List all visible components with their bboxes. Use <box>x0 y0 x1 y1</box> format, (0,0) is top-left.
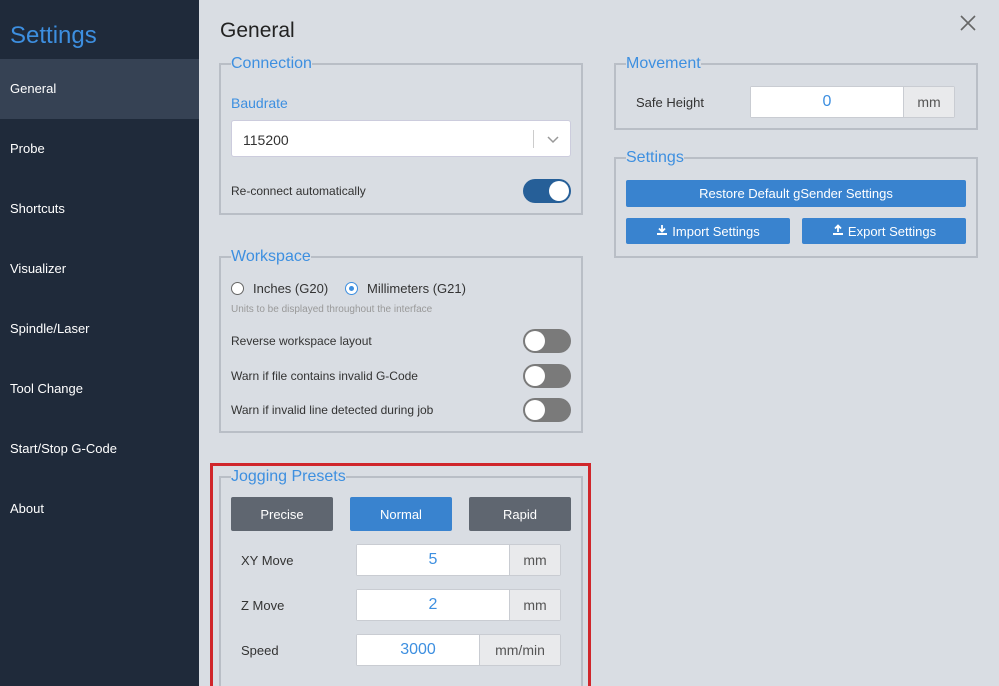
upload-icon <box>832 223 844 239</box>
reconnect-label: Re-connect automatically <box>231 184 366 198</box>
safe-height-label: Safe Height <box>636 95 704 110</box>
sidebar-item-start-stop-gcode[interactable]: Start/Stop G-Code <box>0 419 199 479</box>
sidebar: Settings General Probe Shortcuts Visuali… <box>0 0 199 686</box>
warn-file-label: Warn if file contains invalid G-Code <box>231 369 418 383</box>
sidebar-item-spindle-laser[interactable]: Spindle/Laser <box>0 299 199 359</box>
sidebar-item-tool-change[interactable]: Tool Change <box>0 359 199 419</box>
highlight-box <box>210 463 591 686</box>
download-icon <box>656 224 668 239</box>
reverse-layout-toggle[interactable] <box>523 329 571 353</box>
export-settings-label: Export Settings <box>847 223 937 239</box>
select-divider <box>533 130 534 148</box>
restore-defaults-button[interactable]: Restore Default gSender Settings <box>626 180 966 207</box>
import-settings-label: Import Settings <box>672 223 760 239</box>
export-settings-button[interactable]: Export Settings <box>802 218 966 244</box>
warn-line-label: Warn if invalid line detected during job <box>231 403 434 417</box>
safe-height-input[interactable]: 0 <box>751 87 903 117</box>
movement-legend: Movement <box>626 55 701 72</box>
sidebar-item-about[interactable]: About <box>0 479 199 539</box>
sidebar-title: Settings <box>10 22 97 49</box>
safe-height-field: 0 mm <box>750 86 955 118</box>
units-hint: Units to be displayed throughout the int… <box>231 304 433 315</box>
warn-line-toggle[interactable] <box>523 398 571 422</box>
baudrate-value: 115200 <box>243 132 289 148</box>
sidebar-item-probe[interactable]: Probe <box>0 119 199 179</box>
millimeters-label: Millimeters (G21) <box>367 281 466 296</box>
chevron-down-icon <box>546 132 560 146</box>
sidebar-item-shortcuts[interactable]: Shortcuts <box>0 179 199 239</box>
baudrate-label: Baudrate <box>231 95 288 111</box>
import-settings-button[interactable]: Import Settings <box>626 218 790 244</box>
baudrate-select[interactable]: 115200 <box>231 120 571 157</box>
sidebar-item-visualizer[interactable]: Visualizer <box>0 239 199 299</box>
sidebar-item-general[interactable]: General <box>0 59 199 119</box>
reverse-layout-label: Reverse workspace layout <box>231 334 372 348</box>
connection-legend: Connection <box>231 55 312 72</box>
reconnect-toggle[interactable] <box>523 179 571 203</box>
workspace-legend: Workspace <box>231 248 311 265</box>
settings-legend: Settings <box>626 149 684 166</box>
millimeters-radio[interactable] <box>345 282 358 295</box>
inches-label: Inches (G20) <box>253 281 329 296</box>
warn-file-toggle[interactable] <box>523 364 571 388</box>
close-icon[interactable] <box>957 12 979 34</box>
safe-height-unit: mm <box>903 87 954 117</box>
inches-radio[interactable] <box>231 282 244 295</box>
page-title: General <box>220 19 295 42</box>
